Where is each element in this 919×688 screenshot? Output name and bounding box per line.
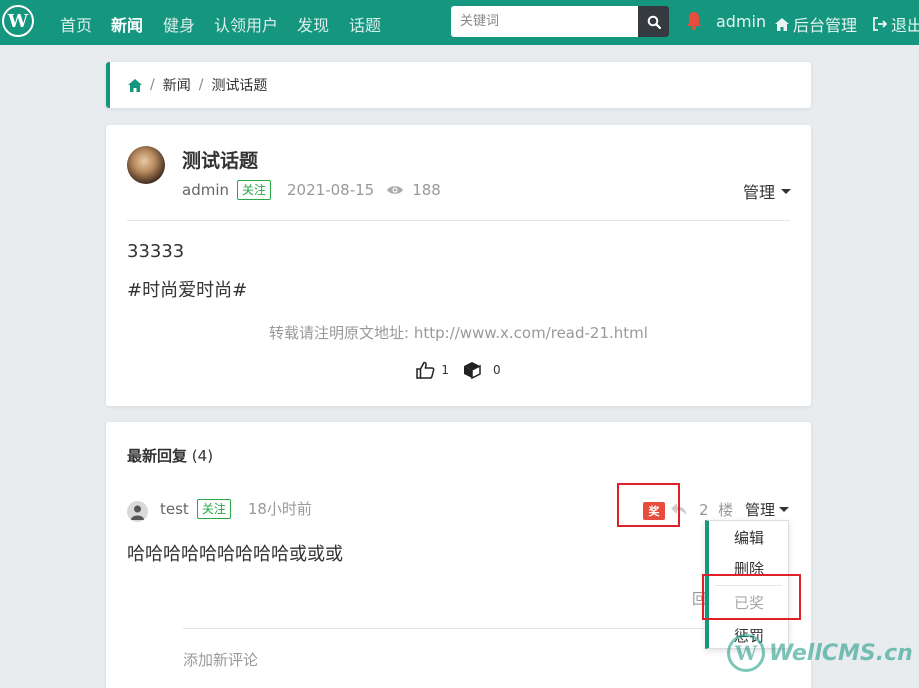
home-icon[interactable] (128, 78, 142, 92)
nav-admin[interactable]: 后台管理 (775, 12, 857, 36)
follow-button[interactable]: 关注 (237, 180, 272, 200)
post-actions: 1 0 (106, 361, 811, 379)
nav-news[interactable]: 新闻 (111, 12, 143, 36)
replies-heading: 最新回复 (4) (127, 447, 214, 465)
nav-home[interactable]: 首页 (60, 12, 92, 36)
post-content-line: #时尚爱时尚# (127, 280, 248, 301)
chevron-down-icon (781, 188, 791, 194)
menu-item-edit[interactable]: 编辑 (709, 527, 789, 548)
watermark: W WellCMS.cn (727, 634, 913, 672)
post-author[interactable]: admin (182, 181, 229, 199)
nav-topics[interactable]: 话题 (349, 12, 381, 36)
breadcrumb-separator: / (198, 77, 204, 93)
post-card: 测试话题 admin 关注 2021-08-15 188 管理 33333 #时… (106, 125, 811, 406)
logout-icon (873, 17, 887, 31)
bell-icon[interactable] (686, 11, 702, 31)
watermark-logo: W (727, 634, 765, 672)
floor-number: 2 楼 (699, 501, 734, 519)
reply-meta: test 关注 18小时前 (160, 498, 312, 519)
follow-button[interactable]: 关注 (196, 498, 231, 519)
search-button[interactable] (638, 6, 669, 37)
chevron-down-icon (779, 507, 790, 512)
eye-icon (387, 186, 404, 194)
nav-discover[interactable]: 发现 (297, 12, 329, 36)
breadcrumb: / 新闻 / 测试话题 (106, 62, 811, 108)
highlight-box (617, 483, 680, 527)
post-manage-dropdown[interactable]: 管理 (743, 179, 791, 203)
nav-user[interactable]: admin (716, 12, 766, 31)
reply-avatar[interactable] (127, 501, 148, 522)
breadcrumb-news[interactable]: 新闻 (163, 75, 191, 95)
post-title: 测试话题 (182, 150, 259, 172)
view-count: 188 (412, 181, 441, 199)
top-navbar: W 首页 新闻 健身 认领用户 发现 话题 admin 后台管理 退出 (0, 0, 919, 45)
reply-content: 哈哈哈哈哈哈哈哈哈或或或 (127, 544, 343, 565)
site-logo[interactable]: W (2, 5, 34, 37)
search-input[interactable] (451, 6, 638, 37)
post-meta: admin 关注 2021-08-15 188 (182, 180, 441, 200)
thumbs-up-icon[interactable] (416, 361, 435, 379)
divider (127, 220, 790, 221)
favorite-count: 0 (493, 363, 501, 377)
breadcrumb-current: 测试话题 (211, 78, 268, 94)
breadcrumb-separator: / (150, 77, 155, 93)
like-count: 1 (441, 363, 449, 377)
divider (183, 628, 790, 629)
search-icon (647, 15, 661, 29)
post-content-line: 33333 (127, 241, 185, 262)
post-date: 2021-08-15 (287, 181, 375, 199)
reply-time: 18小时前 (247, 500, 312, 518)
reply-manage-dropdown[interactable]: 管理 (745, 499, 790, 520)
nav-fitness[interactable]: 健身 (163, 12, 195, 36)
add-comment-link[interactable]: 添加新评论 (183, 649, 258, 670)
favorite-box-icon[interactable] (463, 361, 481, 379)
reply-author[interactable]: test (160, 500, 189, 518)
home-icon (775, 17, 789, 31)
nav-logout[interactable]: 退出 (873, 12, 919, 36)
highlight-box (702, 574, 801, 620)
copyright-notice: 转载请注明原文地址: http://www.x.com/read-21.html (269, 324, 648, 342)
nav-claim-users[interactable]: 认领用户 (214, 12, 278, 36)
author-avatar[interactable] (127, 146, 165, 184)
user-icon (131, 505, 144, 520)
